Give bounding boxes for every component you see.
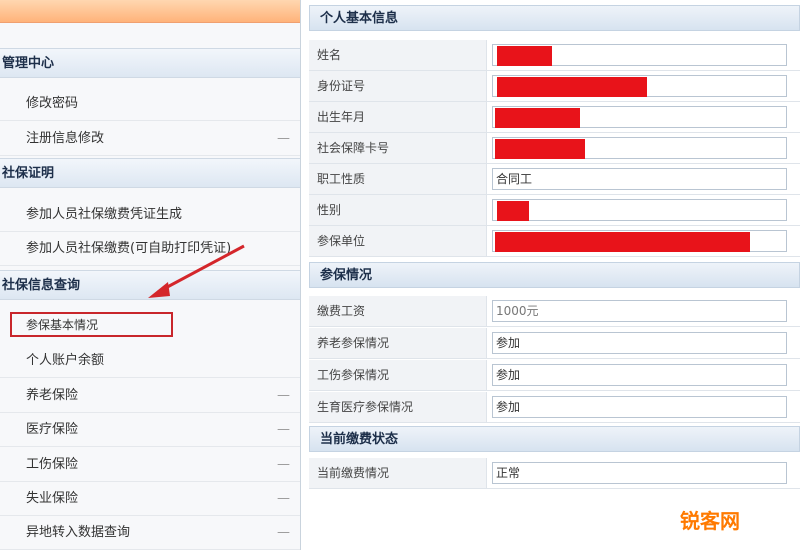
collapse-icon[interactable]: — bbox=[277, 122, 290, 156]
sidebar-item-basic-info[interactable]: 参保基本情况 bbox=[10, 312, 173, 337]
row-birth: 出生年月 bbox=[309, 102, 800, 133]
collapse-icon[interactable]: — bbox=[277, 516, 290, 550]
wage-field[interactable]: 1000元 bbox=[492, 300, 787, 322]
basic-info-header: 个人基本信息 bbox=[309, 5, 800, 31]
sidebar-item-unemployment[interactable]: 失业保险 — bbox=[0, 482, 300, 516]
payment-status-header: 当前缴费状态 bbox=[309, 426, 800, 452]
field-label: 工伤参保情况 bbox=[309, 360, 487, 390]
section-management[interactable]: 管理中心 bbox=[0, 48, 300, 78]
row-employer: 参保单位 bbox=[309, 226, 800, 257]
top-banner bbox=[0, 0, 300, 23]
row-worker-type: 职工性质 合同工 bbox=[309, 164, 800, 195]
watermark-logo: 锐客网 bbox=[680, 509, 740, 533]
gender-field[interactable] bbox=[492, 199, 787, 221]
sidebar-item-label: 医疗保险 bbox=[26, 422, 79, 437]
sidebar-item-edit-registration[interactable]: 注册信息修改 — bbox=[0, 122, 300, 156]
row-card-number: 社会保障卡号 bbox=[309, 133, 800, 164]
redaction-mark bbox=[497, 46, 552, 66]
field-label: 职工性质 bbox=[309, 164, 487, 194]
collapse-icon[interactable]: — bbox=[277, 379, 290, 413]
field-label: 参保单位 bbox=[309, 226, 487, 256]
row-injury: 工伤参保情况 参加 bbox=[309, 360, 800, 391]
sidebar-item-label: 个人账户余额 bbox=[26, 353, 105, 368]
field-label: 生育医疗参保情况 bbox=[309, 392, 487, 422]
field-label: 姓名 bbox=[309, 40, 487, 70]
red-arrow-icon bbox=[148, 244, 245, 298]
payment-status-field[interactable]: 正常 bbox=[492, 462, 787, 484]
field-label: 养老参保情况 bbox=[309, 328, 487, 358]
redaction-mark bbox=[495, 108, 580, 128]
sidebar-item-pension[interactable]: 养老保险 — bbox=[0, 379, 300, 413]
main-panel: 个人基本信息 姓名 身份证号 出生年月 社会保障卡号 职工性质 合同工 性别 参… bbox=[301, 0, 800, 550]
sidebar-item-label: 参加人员社保缴费凭证生成 bbox=[26, 207, 183, 222]
field-label: 性别 bbox=[309, 195, 487, 225]
sidebar-item-label: 养老保险 bbox=[26, 388, 79, 403]
collapse-icon[interactable]: — bbox=[277, 448, 290, 482]
row-medical: 生育医疗参保情况 参加 bbox=[309, 392, 800, 423]
injury-field[interactable]: 参加 bbox=[492, 364, 787, 386]
row-wage: 缴费工资 1000元 bbox=[309, 296, 800, 327]
redaction-mark bbox=[495, 232, 750, 252]
sidebar-item-label: 失业保险 bbox=[26, 491, 79, 506]
sidebar-item-label: 工伤保险 bbox=[26, 457, 79, 472]
row-name: 姓名 bbox=[309, 40, 800, 71]
sidebar-item-generate-proof[interactable]: 参加人员社保缴费凭证生成 bbox=[0, 198, 300, 232]
field-label: 身份证号 bbox=[309, 71, 487, 101]
sidebar-item-label: 参保基本情况 bbox=[26, 318, 99, 332]
sidebar-item-label: 异地转入数据查询 bbox=[26, 525, 131, 540]
sidebar-item-transfer-query[interactable]: 异地转入数据查询 — bbox=[0, 516, 300, 550]
field-label: 出生年月 bbox=[309, 102, 487, 132]
sidebar-item-change-password[interactable]: 修改密码 bbox=[0, 87, 300, 121]
sidebar-item-medical[interactable]: 医疗保险 — bbox=[0, 413, 300, 447]
medical-field[interactable]: 参加 bbox=[492, 396, 787, 418]
section-certificate[interactable]: 社保证明 bbox=[0, 158, 300, 188]
field-label: 缴费工资 bbox=[309, 296, 487, 326]
redaction-mark bbox=[495, 139, 585, 159]
sidebar: 管理中心 修改密码 注册信息修改 — 社保证明 参加人员社保缴费凭证生成 参加人员… bbox=[0, 0, 301, 550]
row-id-number: 身份证号 bbox=[309, 71, 800, 102]
redaction-mark bbox=[497, 77, 647, 97]
field-label: 社会保障卡号 bbox=[309, 133, 487, 163]
collapse-icon[interactable]: — bbox=[277, 482, 290, 516]
worker-type-field[interactable]: 合同工 bbox=[492, 168, 787, 190]
row-payment-status: 当前缴费情况 正常 bbox=[309, 458, 800, 489]
sidebar-item-injury[interactable]: 工伤保险 — bbox=[0, 448, 300, 482]
collapse-icon[interactable]: — bbox=[277, 413, 290, 447]
sidebar-item-label: 注册信息修改 bbox=[26, 131, 105, 146]
sidebar-item-label: 修改密码 bbox=[26, 96, 79, 111]
row-gender: 性别 bbox=[309, 195, 800, 226]
insurance-header: 参保情况 bbox=[309, 262, 800, 288]
pension-field[interactable]: 参加 bbox=[492, 332, 787, 354]
row-pension: 养老参保情况 参加 bbox=[309, 328, 800, 359]
sidebar-item-account-balance[interactable]: 个人账户余额 bbox=[0, 344, 300, 378]
field-label: 当前缴费情况 bbox=[309, 458, 487, 488]
redaction-mark bbox=[497, 201, 529, 221]
